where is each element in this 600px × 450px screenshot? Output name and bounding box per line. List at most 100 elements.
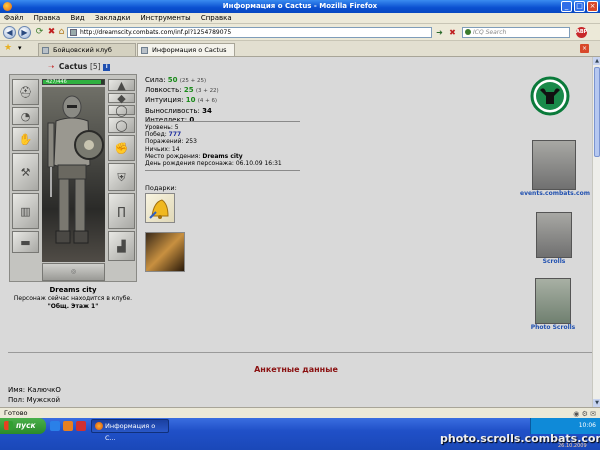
menu-help[interactable]: Справка <box>197 13 236 22</box>
knight-icon <box>47 95 104 244</box>
tab-cactus-info[interactable]: Информация о Cactus <box>137 43 235 56</box>
profile-sex: Пол: Мужской <box>8 396 61 404</box>
ring-slot-icon[interactable]: ◯ <box>108 105 135 116</box>
boots-slot-icon[interactable]: ▟ <box>108 231 135 261</box>
stats-block: Сила: 50 (25 + 25) Ловкость: 25 (3 + 22)… <box>145 76 219 125</box>
close-icon[interactable]: × <box>587 1 598 12</box>
battle-record: Уровень: 5 Побед: 777 Поражений: 253 Нич… <box>145 124 282 167</box>
close-tab-icon[interactable]: × <box>580 44 589 53</box>
tab-fight-club[interactable]: Бойцовский клуб <box>38 43 136 56</box>
ie-quicklaunch-icon[interactable] <box>50 421 60 431</box>
photo-scrolls-badge[interactable]: Photo Scrolls <box>522 278 584 331</box>
photo-scrolls-link[interactable]: Photo Scrolls <box>522 324 584 331</box>
home-icon[interactable]: ⌂ <box>56 27 67 38</box>
hp-text: 427/446 <box>46 79 67 85</box>
record-level: Уровень: 5 <box>145 124 179 131</box>
tab-favicon <box>141 47 148 54</box>
navigation-toolbar: ◀ ▶ ⟳ ✖ ⌂ http://dreamscity.combats.com/… <box>0 24 600 41</box>
profile-heading: Анкетные данные <box>254 365 338 374</box>
tab-label: Информация о Cactus <box>152 46 227 54</box>
maximize-icon[interactable]: □ <box>574 1 585 12</box>
weapon-slot-icon[interactable]: ⚒ <box>12 153 39 191</box>
legs-slot-icon[interactable]: ∏ <box>108 193 135 229</box>
section-divider <box>8 352 592 353</box>
scrolls-link[interactable]: Scrolls <box>526 258 582 265</box>
menu-edit[interactable]: Правка <box>30 13 65 22</box>
armor-slot-icon[interactable]: ▥ <box>12 193 39 229</box>
url-text: http://dreamscity.combats.com/inf.pl?125… <box>80 29 232 36</box>
clock[interactable]: 10:06 <box>579 422 596 429</box>
feed-icon[interactable]: ✖ <box>447 27 458 38</box>
clan-tag-icon[interactable]: i <box>103 63 111 71</box>
scrollbar-thumb[interactable] <box>594 67 600 157</box>
window-title: Информация о Cactus - Mozilla Firefox <box>222 2 378 10</box>
record-birthplace: Место рождения: Dreams city <box>145 152 243 160</box>
firefox-task-icon <box>95 422 103 430</box>
bell-icon <box>149 199 169 219</box>
shield-slot-icon[interactable]: ⛨ <box>108 163 135 191</box>
record-divider <box>145 170 300 171</box>
go-icon[interactable]: ➜ <box>434 27 445 38</box>
clan-emblem: ◎ <box>42 263 105 281</box>
character-name: ➝ Cactus [5] i <box>48 62 111 71</box>
status-text: Готово <box>4 409 28 417</box>
stats-divider <box>145 121 300 122</box>
gloves-slot-icon[interactable]: ✋ <box>12 127 39 151</box>
gloves2-slot-icon[interactable]: ✊ <box>108 135 135 161</box>
url-bar[interactable]: http://dreamscity.combats.com/inf.pl?125… <box>67 27 432 38</box>
stat-agility: Ловкость: 25 (3 + 22) <box>145 86 219 95</box>
helmet-slot-icon[interactable]: ⛑ <box>12 79 39 105</box>
gift-bell-icon[interactable] <box>145 193 175 223</box>
tab-label: Бойцовский клуб <box>53 46 112 54</box>
taskbar-firefox-window[interactable]: Информация о C... <box>91 419 169 442</box>
app-quicklaunch-icon[interactable] <box>76 421 86 431</box>
tab-list-dropdown-icon[interactable]: ▾ <box>18 44 22 52</box>
gift-photo-icon[interactable] <box>145 232 185 272</box>
icq-icon <box>465 29 471 35</box>
scrolls-badge[interactable]: Scrolls <box>526 212 582 265</box>
gifts-label: Подарки: <box>145 184 177 192</box>
events-badge[interactable]: events.combats.com <box>520 140 590 197</box>
page-content: ➝ Cactus [5] i ⛑ ◔ ✋ ⚒ ▥ ▬ 427/446 ◎ ▲ ◆… <box>0 57 592 407</box>
character-avatar[interactable] <box>42 87 105 262</box>
site-favicon <box>70 29 77 36</box>
minimize-icon[interactable]: _ <box>561 1 572 12</box>
start-button[interactable]: пуск <box>0 418 46 434</box>
scroll-up-icon[interactable]: ▲ <box>593 57 600 65</box>
status-bar: Готово ◉ ⚙ ✉ <box>0 407 600 418</box>
menu-view[interactable]: Вид <box>66 13 88 22</box>
menu-file[interactable]: Файл <box>0 13 27 22</box>
menu-bookmarks[interactable]: Закладки <box>91 13 134 22</box>
earring-slot-icon[interactable]: ▲ <box>108 79 135 91</box>
record-birthday: День рождения персонажа: 06.10.09 16:31 <box>145 160 282 168</box>
profile-data: Имя: КалючкО Пол: Мужской <box>8 385 61 405</box>
record-draws: Ничьих: 14 <box>145 145 180 153</box>
vertical-scrollbar[interactable]: ▲ ▼ <box>592 57 600 407</box>
amulet-slot-icon[interactable]: ◆ <box>108 93 135 104</box>
firefox-quicklaunch-icon[interactable] <box>63 421 73 431</box>
menu-tools[interactable]: Инструменты <box>137 13 195 22</box>
character-location: Персонаж сейчас находится в клубе. "Общ.… <box>9 295 137 311</box>
belt-slot-icon[interactable]: ▬ <box>12 231 39 253</box>
adblock-icon[interactable]: ABP <box>576 27 587 38</box>
tab-bar: ★ ▾ Бойцовский клуб Информация о Cactus … <box>0 41 600 57</box>
windows-flag-icon <box>4 421 13 430</box>
arrow-icon: ➝ <box>48 62 55 71</box>
back-icon[interactable]: ◀ <box>3 26 16 39</box>
record-losses: Поражений: 253 <box>145 138 197 146</box>
character-level: [5] <box>89 62 101 71</box>
events-banner-icon <box>532 140 576 190</box>
bookmark-star-icon[interactable]: ★ <box>4 43 12 53</box>
ring2-slot-icon[interactable]: ◯ <box>108 117 135 133</box>
search-input[interactable]: ICQ Search <box>462 27 570 38</box>
events-link[interactable]: events.combats.com <box>520 190 590 197</box>
profile-name: Имя: КалючкО <box>8 386 61 394</box>
clan-logo[interactable] <box>530 76 570 118</box>
bracer-slot-icon[interactable]: ◔ <box>12 107 39 125</box>
photo-banner-icon <box>535 278 571 324</box>
reload-icon[interactable]: ⟳ <box>34 27 45 38</box>
scroll-down-icon[interactable]: ▼ <box>593 399 600 407</box>
location-room: "Общ. Этаж 1" <box>47 303 99 310</box>
stat-strength: Сила: 50 (25 + 25) <box>145 76 207 84</box>
forward-icon[interactable]: ▶ <box>18 26 31 39</box>
